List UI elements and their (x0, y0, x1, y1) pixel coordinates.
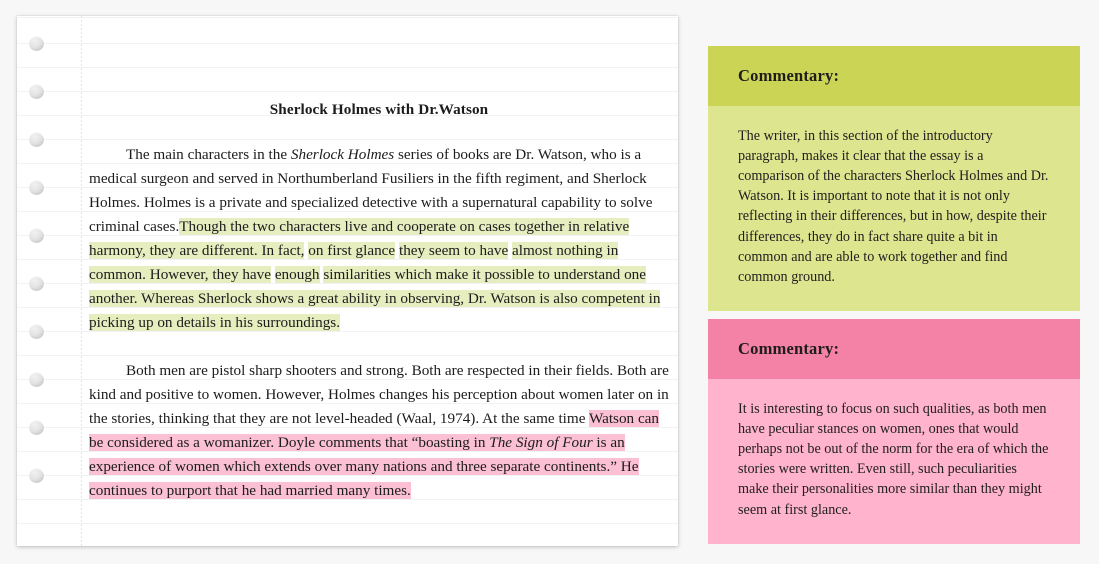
essay-paragraph-1: The main characters in the Sherlock Holm… (89, 122, 669, 335)
green-highlighted-text: enough (274, 266, 320, 283)
binder-hole (29, 420, 44, 435)
italic-title-text: Sherlock Holmes (290, 146, 395, 163)
essay-paragraph-2: Both men are pistol sharp shooters and s… (89, 335, 669, 503)
commentary-card-pink: Commentary: It is interesting to focus o… (708, 319, 1080, 544)
binder-hole (29, 36, 44, 51)
margin-rule-line (81, 16, 82, 546)
binder-hole (29, 132, 44, 147)
binder-hole (29, 180, 44, 195)
commentary-heading: Commentary: (708, 46, 1080, 106)
lined-notebook-page: Sherlock Holmes with Dr.Watson The main … (17, 16, 678, 546)
binder-hole (29, 84, 44, 99)
binder-hole (29, 468, 44, 483)
green-highlighted-text: on first glance (308, 242, 396, 259)
binder-hole (29, 372, 44, 387)
pink-highlighted-text: The Sign of Four (489, 434, 593, 451)
binder-hole (29, 228, 44, 243)
body-text-run: Both men are pistol sharp shooters and s… (89, 362, 669, 427)
green-highlighted-text: they seem to have (398, 242, 509, 259)
commentary-card-green: Commentary: The writer, in this section … (708, 46, 1080, 312)
binder-hole (29, 324, 44, 339)
body-text-run: The main characters in the (126, 146, 291, 163)
commentary-text: It is interesting to focus on such quali… (708, 378, 1080, 544)
page-title: Sherlock Holmes with Dr.Watson (269, 101, 489, 118)
essay-body: Sherlock Holmes with Dr.Watson The main … (89, 16, 669, 503)
commentary-text: The writer, in this section of the intro… (708, 105, 1080, 312)
commentary-heading: Commentary: (708, 319, 1080, 379)
binder-hole (29, 276, 44, 291)
